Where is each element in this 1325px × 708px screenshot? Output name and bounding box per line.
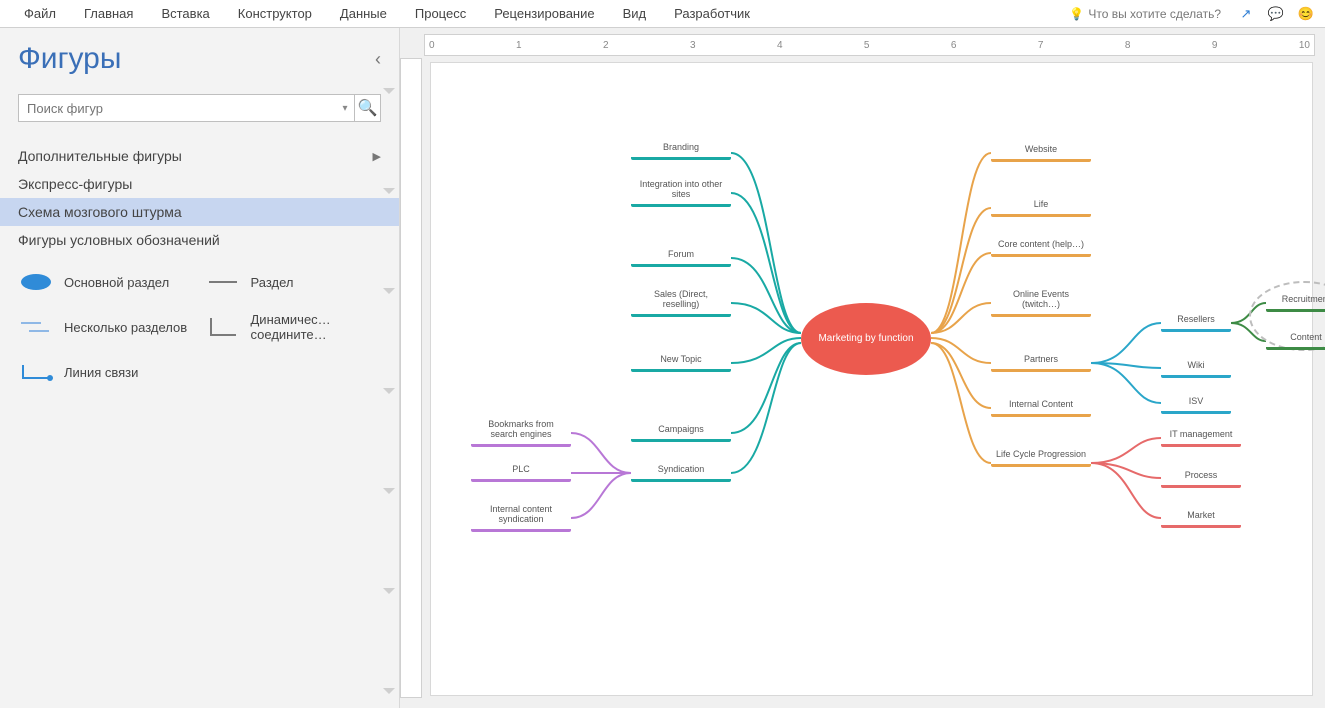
mindmap-node[interactable]: Market <box>1161 509 1241 528</box>
stencil-more-shapes[interactable]: Дополнительные фигуры ▶ <box>0 142 399 170</box>
shape-topic-label: Раздел <box>251 275 382 290</box>
mindmap-node[interactable]: Process <box>1161 469 1241 488</box>
shape-dynamic-connector-icon[interactable] <box>205 315 241 339</box>
ribbon-tab-review[interactable]: Рецензирование <box>480 2 608 25</box>
search-go-button[interactable]: 🔍 <box>354 95 380 121</box>
stencil-brainstorm[interactable]: Схема мозгового штурма <box>0 198 399 226</box>
stencil-tabs <box>383 88 395 698</box>
stencil-label: Схема мозгового штурма <box>18 204 182 220</box>
mindmap-node[interactable]: Forum <box>631 248 731 267</box>
drawing-stage: 0 1 2 3 4 5 6 7 8 9 10 <box>400 28 1325 708</box>
stencil-legend-shapes[interactable]: Фигуры условных обозначений <box>0 226 399 254</box>
connectors-layer <box>431 63 1312 695</box>
shapes-pane: Фигуры ‹ ▾ 🔍 Дополнительные фигуры ▶ Экс… <box>0 28 400 708</box>
mindmap-node[interactable]: Resellers <box>1161 313 1231 332</box>
mindmap-node[interactable]: Life <box>991 198 1091 217</box>
mindmap-node[interactable]: ISV <box>1161 395 1231 414</box>
collapse-pane-button[interactable]: ‹ <box>375 49 381 70</box>
stencil-label: Дополнительные фигуры <box>18 148 182 164</box>
smiley-icon[interactable]: 😊 <box>1297 5 1315 23</box>
comment-icon[interactable]: 💬 <box>1267 5 1285 23</box>
shape-dynamic-connector-label: Динамичес… соедините… <box>251 312 382 342</box>
ruler-mark: 1 <box>516 40 522 51</box>
stencil-quick-shapes[interactable]: Экспресс-фигуры <box>0 170 399 198</box>
stencil-tab-marker[interactable] <box>383 688 395 698</box>
mindmap-node[interactable]: Sales (Direct, reselling) <box>631 288 731 317</box>
mindmap-node[interactable]: Recruitment <box>1266 293 1325 312</box>
mindmap-node[interactable]: Online Events (twitch…) <box>991 288 1091 317</box>
stencil-label: Фигуры условных обозначений <box>18 232 220 248</box>
ribbon-tab-design[interactable]: Конструктор <box>224 2 326 25</box>
mindmap-node[interactable]: Partners <box>991 353 1091 372</box>
shape-palette: Основной раздел Раздел Несколько раздело… <box>0 260 399 394</box>
mindmap-node[interactable]: Branding <box>631 141 731 160</box>
chevron-right-icon: ▶ <box>373 150 381 163</box>
ruler-mark: 0 <box>429 40 435 51</box>
mindmap-node[interactable]: New Topic <box>631 353 731 372</box>
ribbon-tab-home[interactable]: Главная <box>70 2 147 25</box>
shapes-pane-title: Фигуры <box>18 42 121 76</box>
ruler-vertical <box>400 58 422 698</box>
ribbon-tab-developer[interactable]: Разработчик <box>660 2 764 25</box>
ribbon-tab-process[interactable]: Процесс <box>401 2 480 25</box>
mindmap-node[interactable]: Wiki <box>1161 359 1231 378</box>
search-icon: 🔍 <box>358 98 378 118</box>
mindmap-node[interactable]: Campaigns <box>631 423 731 442</box>
mindmap-node[interactable]: Syndication <box>631 463 731 482</box>
mindmap-node[interactable]: Internal Content <box>991 398 1091 417</box>
drawing-canvas[interactable]: Marketing by function Branding Integrati… <box>430 62 1313 696</box>
mindmap-node[interactable]: Core content (help…) <box>991 238 1091 257</box>
stencil-tab-marker[interactable] <box>383 288 395 298</box>
mindmap-node[interactable]: IT management <box>1161 428 1241 447</box>
ribbon-tab-file[interactable]: Файл <box>10 2 70 25</box>
search-dropdown-icon[interactable]: ▾ <box>336 103 354 114</box>
shape-assoc-line-label: Линия связи <box>64 365 195 380</box>
stencil-tab-marker[interactable] <box>383 488 395 498</box>
ribbon-tab-insert[interactable]: Вставка <box>147 2 223 25</box>
mindmap-node[interactable]: Integration into other sites <box>631 178 731 207</box>
shape-search-input[interactable] <box>19 101 336 116</box>
shape-main-topic-label: Основной раздел <box>64 275 195 290</box>
mindmap-center-topic[interactable]: Marketing by function <box>801 303 931 375</box>
ribbon-tab-view[interactable]: Вид <box>609 2 661 25</box>
ruler-mark: 7 <box>1038 40 1044 51</box>
stencil-tab-marker[interactable] <box>383 188 395 198</box>
mindmap-node[interactable]: Website <box>991 143 1091 162</box>
shape-topic-icon[interactable] <box>205 270 241 294</box>
ruler-mark: 9 <box>1212 40 1218 51</box>
stencil-tab-marker[interactable] <box>383 88 395 98</box>
stencil-label: Экспресс-фигуры <box>18 176 132 192</box>
ruler-mark: 2 <box>603 40 609 51</box>
ruler-mark: 5 <box>864 40 870 51</box>
ruler-mark: 4 <box>777 40 783 51</box>
stencil-list: Дополнительные фигуры ▶ Экспресс-фигуры … <box>0 132 399 260</box>
stencil-tab-marker[interactable] <box>383 588 395 598</box>
mindmap-node[interactable]: Internal content syndication <box>471 503 571 532</box>
mindmap-node[interactable]: Life Cycle Progression <box>991 448 1091 467</box>
shape-multi-topics-label: Несколько разделов <box>64 320 195 335</box>
shape-multi-topics-icon[interactable] <box>18 315 54 339</box>
mindmap-node[interactable]: Content <box>1266 331 1325 350</box>
ruler-mark: 8 <box>1125 40 1131 51</box>
mindmap-node[interactable]: PLC <box>471 463 571 482</box>
mindmap-node[interactable]: Bookmarks from search engines <box>471 418 571 447</box>
tell-me-label: Что вы хотите сделать? <box>1088 7 1221 21</box>
ruler-mark: 6 <box>951 40 957 51</box>
shape-search[interactable]: ▾ 🔍 <box>18 94 381 122</box>
tell-me-search[interactable]: 💡 Что вы хотите сделать? <box>1069 7 1221 21</box>
stencil-tab-marker[interactable] <box>383 388 395 398</box>
ribbon-tab-data[interactable]: Данные <box>326 2 401 25</box>
ruler-mark: 10 <box>1299 40 1310 51</box>
shape-main-topic-icon[interactable] <box>18 270 54 294</box>
ruler-horizontal: 0 1 2 3 4 5 6 7 8 9 10 <box>424 34 1315 56</box>
bulb-icon: 💡 <box>1069 7 1084 21</box>
share-icon[interactable]: ↗ <box>1237 5 1255 23</box>
shape-assoc-line-icon[interactable] <box>18 360 54 384</box>
ruler-mark: 3 <box>690 40 696 51</box>
ribbon-tabs: Файл Главная Вставка Конструктор Данные … <box>0 0 1325 28</box>
